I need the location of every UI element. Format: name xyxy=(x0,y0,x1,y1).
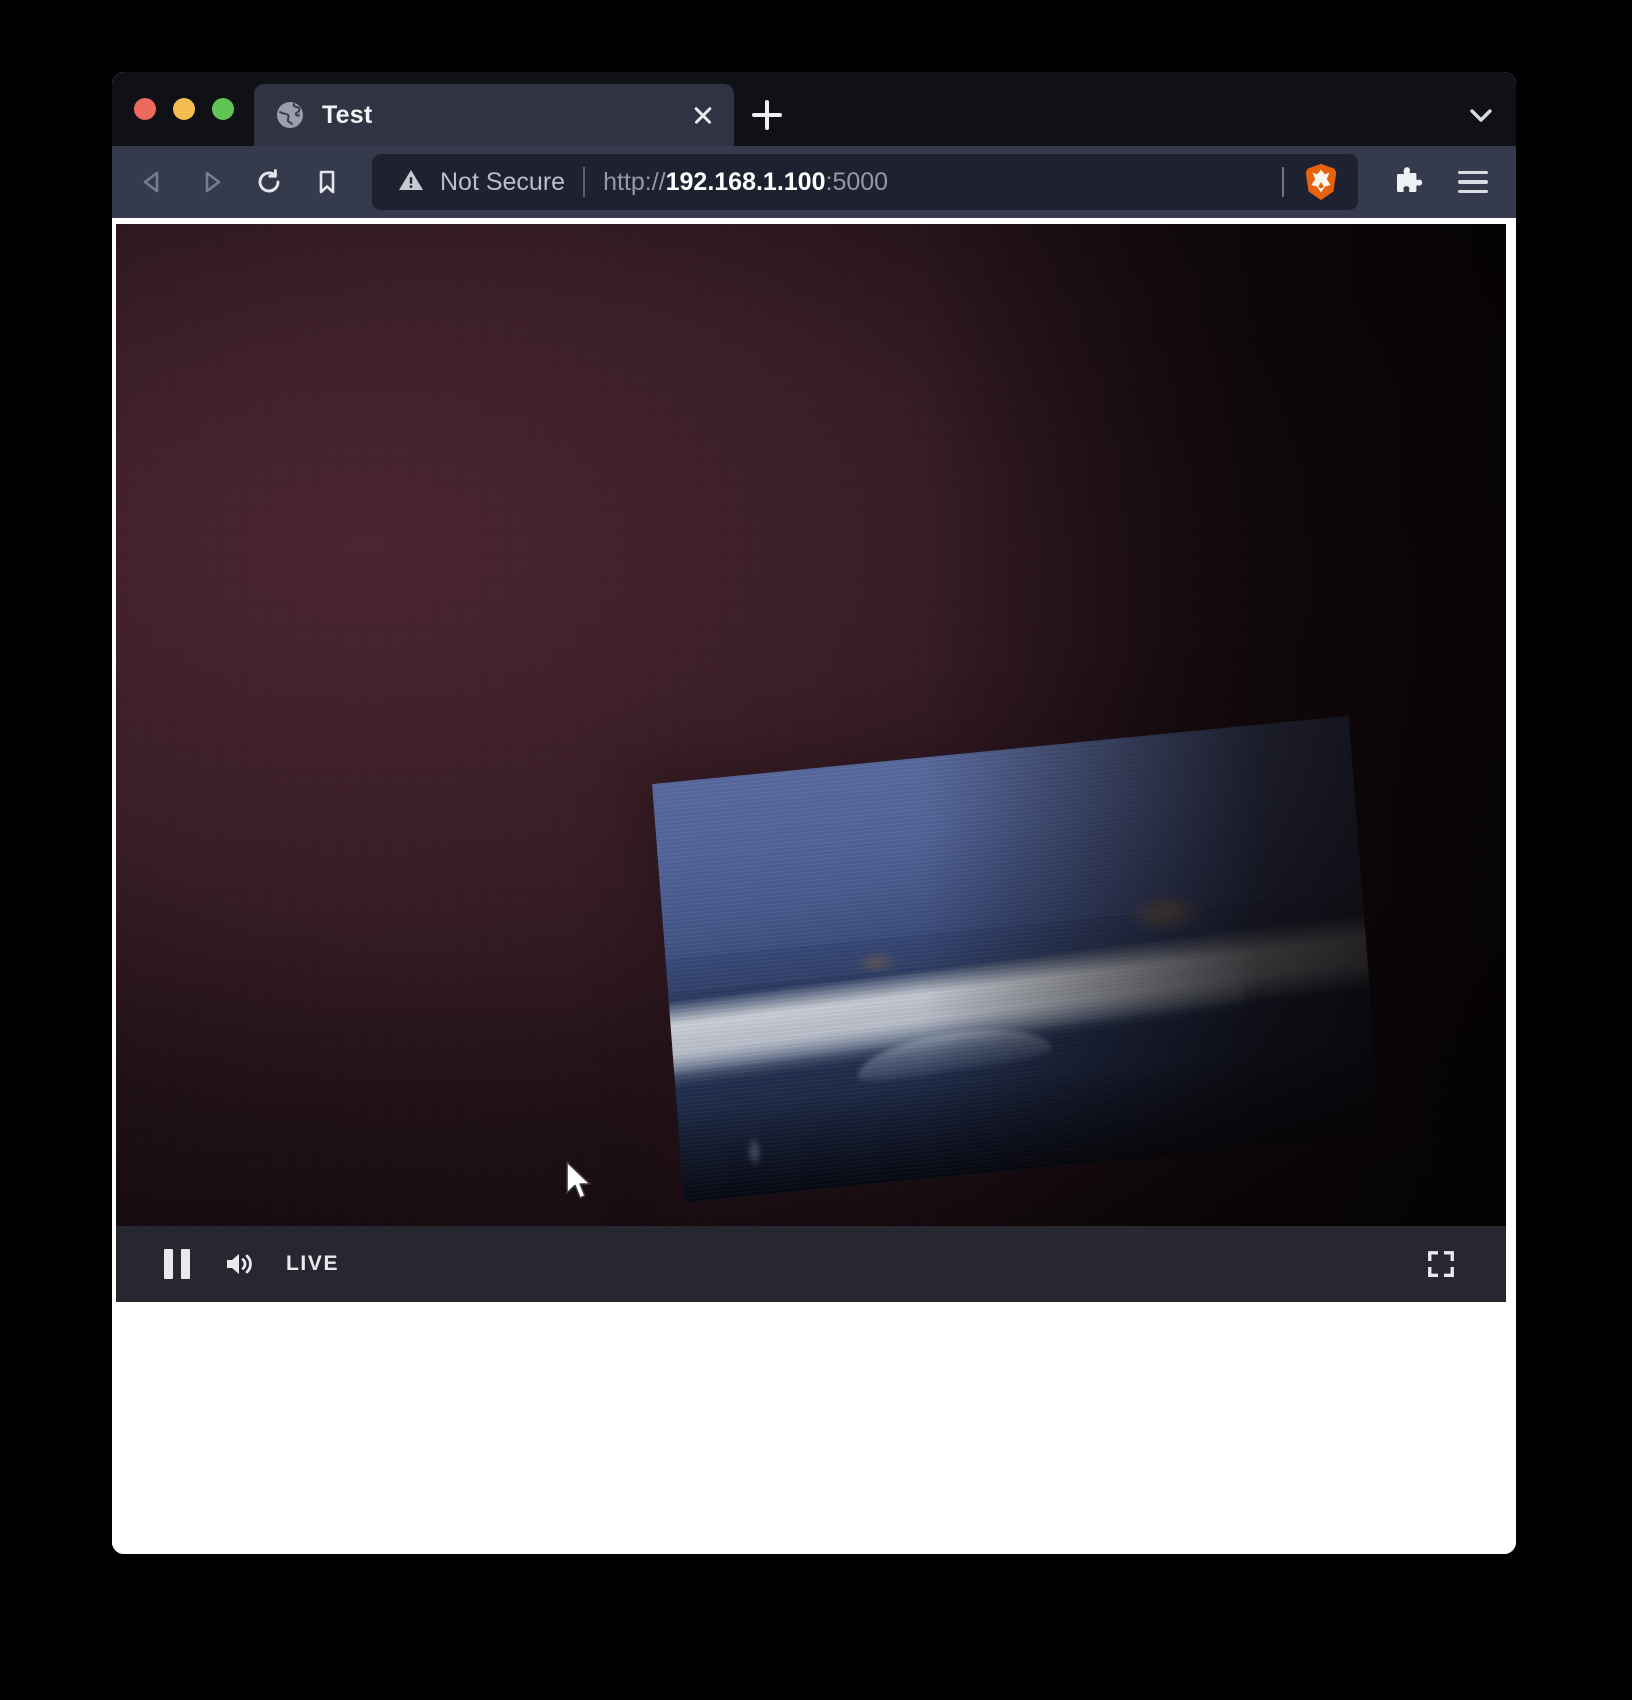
address-bar-url: http://192.168.1.100:5000 xyxy=(603,168,1282,197)
security-status-label: Not Secure xyxy=(440,167,566,196)
new-tab-button[interactable] xyxy=(734,84,800,146)
fullscreen-icon xyxy=(1428,1251,1454,1277)
brave-lion-shield-icon[interactable] xyxy=(1298,159,1344,205)
puzzle-piece-icon[interactable] xyxy=(1378,153,1436,211)
window-traffic-lights xyxy=(112,72,254,146)
reload-icon[interactable] xyxy=(240,153,298,211)
hamburger-bars xyxy=(1458,165,1488,199)
fullscreen-button[interactable] xyxy=(1410,1233,1472,1295)
window-close-button[interactable] xyxy=(134,98,156,120)
video-vignette xyxy=(116,224,1506,1302)
warning-triangle-icon xyxy=(398,167,424,198)
url-scheme: http:// xyxy=(603,167,666,196)
browser-toolbar: Not Secure http://192.168.1.100:5000 xyxy=(112,146,1516,218)
page-content-blank xyxy=(112,1308,1516,1554)
tab-close-button[interactable] xyxy=(686,98,720,132)
back-arrow-icon[interactable] xyxy=(124,153,182,211)
video-player[interactable]: LIVE xyxy=(116,224,1506,1302)
address-bar[interactable]: Not Secure http://192.168.1.100:5000 xyxy=(372,154,1358,210)
globe-icon xyxy=(276,101,304,129)
screen: Test Not Secure http://192.168.1.100:500… xyxy=(0,0,1632,1700)
volume-high-icon xyxy=(227,1254,252,1274)
forward-arrow-icon[interactable] xyxy=(182,153,240,211)
hamburger-menu-icon[interactable] xyxy=(1444,153,1502,211)
url-host: 192.168.1.100 xyxy=(665,167,826,196)
address-bar-divider xyxy=(583,167,586,197)
chevron-down-icon[interactable] xyxy=(1446,84,1516,146)
pause-button[interactable] xyxy=(146,1233,208,1295)
player-controls: LIVE xyxy=(116,1226,1506,1302)
bookmark-icon[interactable] xyxy=(298,153,356,211)
browser-window: Test Not Secure http://192.168.1.100:500… xyxy=(112,72,1516,1554)
window-maximize-button[interactable] xyxy=(212,98,234,120)
window-minimize-button[interactable] xyxy=(173,98,195,120)
tab-title: Test xyxy=(322,100,373,129)
page-viewport: LIVE xyxy=(112,218,1516,1554)
live-indicator-label: LIVE xyxy=(286,1252,340,1275)
video-stream[interactable] xyxy=(116,224,1506,1302)
tab-strip: Test xyxy=(112,72,1516,146)
url-port: :5000 xyxy=(825,167,889,196)
volume-button[interactable] xyxy=(208,1233,270,1295)
shields-divider xyxy=(1282,167,1284,197)
tab-strip-spacer xyxy=(800,84,1446,146)
pause-icon xyxy=(164,1249,190,1279)
browser-tab[interactable]: Test xyxy=(254,84,734,146)
